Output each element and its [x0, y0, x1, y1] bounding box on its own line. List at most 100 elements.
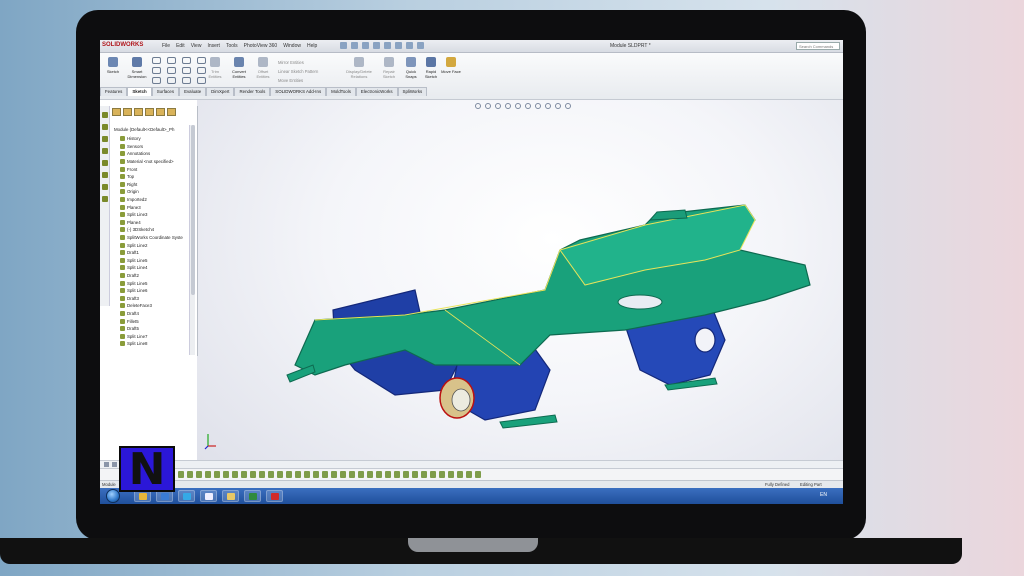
tree-item[interactable]: Split Line7	[120, 332, 198, 340]
feature-tree-tab-icon[interactable]	[112, 108, 121, 116]
tree-item[interactable]: Split Line8	[120, 340, 198, 348]
hide-show-icon[interactable]	[535, 103, 541, 109]
bottom-toolbar-icon[interactable]	[241, 471, 247, 478]
tree-item[interactable]: SplitWorks Coordinate Syste	[120, 234, 198, 242]
move-face-button[interactable]: Move Face	[440, 57, 462, 74]
display-delete-relations-button[interactable]: Display/Delete Relations	[344, 57, 374, 79]
explorer-icon[interactable]	[222, 490, 239, 502]
tree-item[interactable]: Draft5	[120, 325, 198, 333]
tree-item[interactable]: Draft3	[120, 294, 198, 302]
previous-view-icon[interactable]	[495, 103, 501, 109]
bottom-toolbar-icon[interactable]	[205, 471, 211, 478]
bottom-toolbar-icon[interactable]	[403, 471, 409, 478]
tree-item[interactable]: Material <not specified>	[120, 158, 198, 166]
menu-view[interactable]: View	[191, 43, 202, 49]
tab-moldtools[interactable]: MoldTools	[326, 87, 356, 96]
ellipse-icon[interactable]	[167, 77, 176, 84]
tree-item[interactable]: Draft2	[120, 272, 198, 280]
skype-icon[interactable]	[178, 490, 195, 502]
task-pane-icon-1[interactable]	[102, 112, 108, 118]
view-settings-icon[interactable]	[565, 103, 571, 109]
bottom-toolbar-icon[interactable]	[295, 471, 301, 478]
tree-item[interactable]: Draft1	[120, 249, 198, 257]
offset-entities-button[interactable]: Offset Entities	[252, 57, 274, 79]
bottom-toolbar-icon[interactable]	[178, 471, 184, 478]
solidworks-icon[interactable]	[266, 490, 283, 502]
tree-item[interactable]: Split Line6	[120, 287, 198, 295]
point-icon[interactable]	[182, 77, 191, 84]
menu-tools[interactable]: Tools	[226, 43, 238, 49]
menu-window[interactable]: Window	[283, 43, 301, 49]
tab-dimxpert[interactable]: DimXpert	[206, 87, 235, 96]
menu-edit[interactable]: Edit	[176, 43, 185, 49]
quick-snaps-button[interactable]: Quick Snaps	[400, 57, 422, 79]
tree-item[interactable]: Plane4	[120, 219, 198, 227]
slot-icon[interactable]	[167, 67, 176, 74]
bottom-toolbar-icon[interactable]	[232, 471, 238, 478]
tree-item[interactable]: Fillet5	[120, 317, 198, 325]
start-button[interactable]	[106, 489, 120, 503]
undo-icon[interactable]	[384, 42, 391, 49]
bottom-toolbar-icon[interactable]	[358, 471, 364, 478]
bottom-toolbar-icon[interactable]	[421, 471, 427, 478]
menu-help[interactable]: Help	[307, 43, 317, 49]
tree-item[interactable]: Origin	[120, 188, 198, 196]
property-manager-tab-icon[interactable]	[123, 108, 132, 116]
bottom-toolbar-icon[interactable]	[223, 471, 229, 478]
menu-insert[interactable]: Insert	[207, 43, 220, 49]
language-indicator[interactable]: EN	[820, 492, 827, 498]
bottom-toolbar-icon[interactable]	[457, 471, 463, 478]
spline-icon[interactable]	[182, 57, 191, 64]
tree-item[interactable]: Top	[120, 173, 198, 181]
tree-item[interactable]: Annotations	[120, 150, 198, 158]
feature-tree-scrollbar[interactable]	[189, 125, 195, 355]
tab-nav-prev-icon[interactable]	[112, 462, 117, 467]
bottom-toolbar-icon[interactable]	[385, 471, 391, 478]
smart-dimension-button[interactable]: Smart Dimension	[126, 57, 148, 79]
tab-electronicworks[interactable]: ElectronicWorks	[355, 87, 398, 96]
bottom-toolbar-icon[interactable]	[448, 471, 454, 478]
bottom-toolbar-icon[interactable]	[196, 471, 202, 478]
bottom-toolbar-icon[interactable]	[349, 471, 355, 478]
bottom-toolbar-icon[interactable]	[187, 471, 193, 478]
line-icon[interactable]	[152, 57, 161, 64]
tab-sketch[interactable]: Sketch	[127, 87, 152, 96]
tree-item[interactable]: Split Line3	[120, 211, 198, 219]
tree-item[interactable]: Split Line4	[120, 264, 198, 272]
new-icon[interactable]	[340, 42, 347, 49]
display-tab-icon[interactable]	[156, 108, 165, 116]
task-pane-icon-3[interactable]	[102, 136, 108, 142]
tab-render-tools[interactable]: Render Tools	[234, 87, 271, 96]
bottom-toolbar-icon[interactable]	[412, 471, 418, 478]
notepad-icon[interactable]	[200, 490, 217, 502]
bottom-toolbar-icon[interactable]	[313, 471, 319, 478]
bottom-toolbar-icon[interactable]	[259, 471, 265, 478]
feature-tree-root[interactable]: Module (Default<<Default>_Ph	[114, 127, 174, 132]
dimxpert-tab-icon[interactable]	[145, 108, 154, 116]
zoom-to-fit-icon[interactable]	[475, 103, 481, 109]
sketch-button[interactable]: Sketch	[102, 57, 124, 74]
task-pane-icon-7[interactable]	[102, 184, 108, 190]
task-pane-icon-5[interactable]	[102, 160, 108, 166]
bottom-toolbar-icon[interactable]	[214, 471, 220, 478]
polygon-icon[interactable]	[182, 67, 191, 74]
bottom-toolbar-icon[interactable]	[367, 471, 373, 478]
convert-entities-button[interactable]: Convert Entities	[228, 57, 250, 79]
bottom-toolbar-icon[interactable]	[322, 471, 328, 478]
tree-item[interactable]: Split Line2	[120, 241, 198, 249]
task-pane-icon-6[interactable]	[102, 172, 108, 178]
tab-addins[interactable]: SOLIDWORKS Add-Ins	[270, 87, 327, 96]
menu-file[interactable]: File	[162, 43, 170, 49]
bottom-toolbar-icon[interactable]	[394, 471, 400, 478]
arc-icon[interactable]	[152, 77, 161, 84]
task-pane-icon-2[interactable]	[102, 124, 108, 130]
tree-item[interactable]: Right	[120, 181, 198, 189]
tree-item[interactable]: Plane3	[120, 203, 198, 211]
rectangle-icon[interactable]	[152, 67, 161, 74]
open-icon[interactable]	[351, 42, 358, 49]
bottom-toolbar-icon[interactable]	[286, 471, 292, 478]
view-orientation-icon[interactable]	[515, 103, 521, 109]
task-pane-icon-4[interactable]	[102, 148, 108, 154]
options-icon[interactable]	[417, 42, 424, 49]
tab-features[interactable]: Features	[100, 87, 128, 96]
